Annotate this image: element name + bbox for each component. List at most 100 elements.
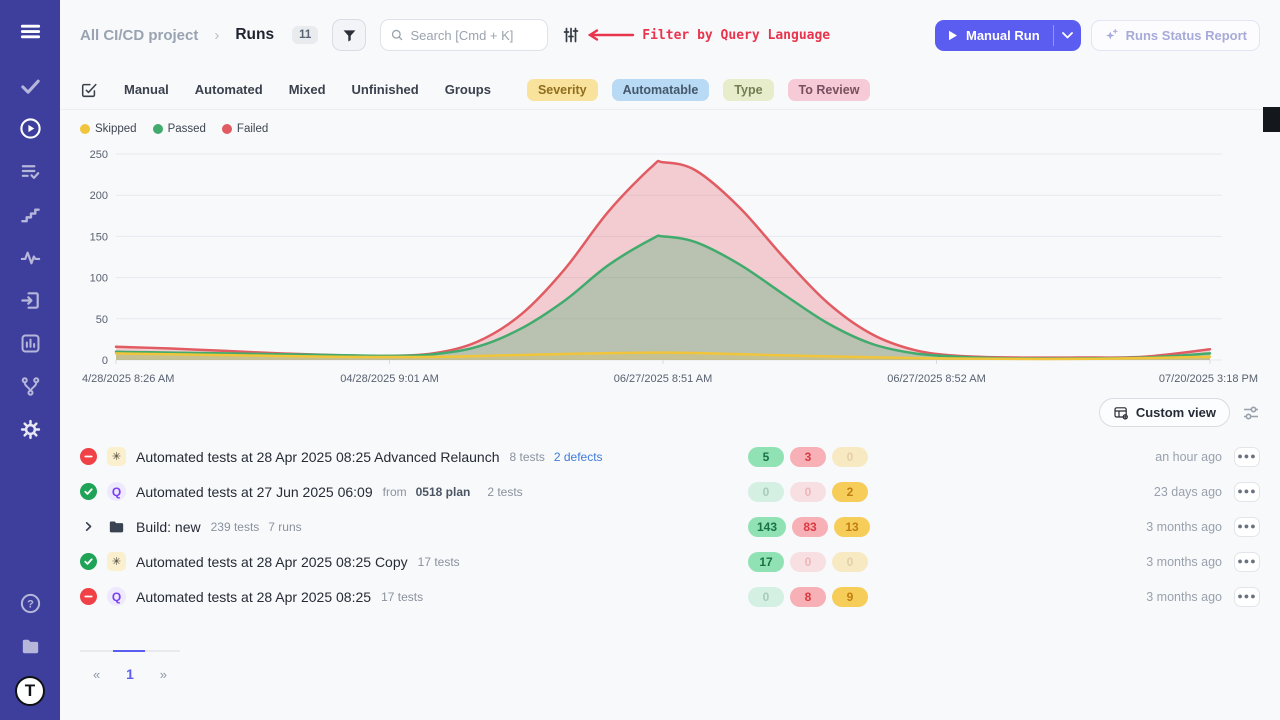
breadcrumb-project[interactable]: All CI/CD project [80, 27, 198, 44]
legend-item-skipped[interactable]: Skipped [80, 123, 137, 135]
run-result-badges: 530 [748, 447, 908, 467]
search-box[interactable] [380, 19, 548, 51]
legend-dot [153, 124, 163, 134]
menu-icon[interactable] [17, 18, 43, 44]
bulk-select-icon[interactable] [80, 81, 98, 99]
annotation-text: Filter by Query Language [642, 28, 830, 43]
run-menu-button[interactable]: ●●● [1234, 517, 1260, 537]
run-timestamp: 3 months ago [1102, 555, 1222, 569]
run-row[interactable]: Q Automated tests at 28 Apr 2025 08:25 17 … [80, 579, 1260, 614]
legend-item-failed[interactable]: Failed [222, 123, 268, 135]
branch-icon[interactable] [17, 373, 43, 399]
funnel-icon [341, 27, 358, 44]
query-language-filter: Filter by Query Language [562, 26, 830, 44]
sliders-horizontal-icon[interactable] [1242, 404, 1260, 422]
run-row[interactable]: ✳ Automated tests at 28 Apr 2025 08:25 Ad… [80, 439, 1260, 474]
run-row[interactable]: Build: new239 tests7 runs14383133 months… [80, 509, 1260, 544]
count-badge-green: 0 [748, 587, 784, 607]
check-icon[interactable] [17, 72, 43, 98]
report-chart-icon[interactable] [17, 330, 43, 356]
annotation-arrow-icon [587, 28, 635, 42]
runs-area-chart: 0501001502002504/28/2025 8:26 AM04/28/20… [80, 138, 1260, 388]
run-menu-button[interactable]: ●●● [1234, 587, 1260, 607]
sparkle-run-icon: ✳ [107, 552, 126, 571]
play-circle-icon[interactable] [17, 115, 43, 141]
defects-link[interactable]: 2 defects [554, 450, 603, 464]
expander-chevron-icon[interactable] [80, 518, 97, 535]
main-content: All CI/CD project › Runs 11 Filter by Qu… [60, 0, 1280, 720]
run-timestamp: 3 months ago [1102, 590, 1222, 604]
steps-icon[interactable] [17, 201, 43, 227]
manual-run-label: Manual Run [966, 28, 1040, 43]
pagination: « 1 » [60, 650, 1280, 682]
sliders-vertical-icon[interactable] [562, 26, 580, 44]
run-meta-text: 17 tests [381, 590, 423, 604]
tab-manual[interactable]: Manual [124, 82, 169, 97]
qase-run-icon: Q [107, 587, 126, 606]
pagination-next-button[interactable]: » [160, 666, 167, 682]
run-meta-text: 239 tests [211, 520, 260, 534]
run-title[interactable]: Automated tests at 28 Apr 2025 08:25 [136, 589, 371, 605]
breadcrumb-separator: › [212, 27, 221, 44]
scrollbar-thumb[interactable] [1263, 107, 1280, 132]
run-title[interactable]: Build: new [136, 519, 201, 535]
tab-automated[interactable]: Automated [195, 82, 263, 97]
manual-run-dropdown[interactable] [1054, 20, 1081, 51]
pagination-page-1[interactable]: 1 [126, 666, 134, 682]
settings-gear-icon[interactable] [17, 416, 43, 442]
run-title[interactable]: Automated tests at 28 Apr 2025 08:25 Cop… [136, 554, 408, 570]
search-input[interactable] [410, 28, 537, 43]
svg-text:06/27/2025 8:52 AM: 06/27/2025 8:52 AM [887, 373, 985, 385]
runs-chart-section: Skipped Passed Failed 0501001502002504/28/… [60, 110, 1280, 388]
run-row[interactable]: ✳ Automated tests at 28 Apr 2025 08:25 Co… [80, 544, 1260, 579]
app-logo[interactable]: T [15, 676, 45, 706]
count-badge-green: 143 [748, 517, 786, 537]
count-badge-green: 0 [748, 482, 784, 502]
legend-dot [222, 124, 232, 134]
run-row[interactable]: QAutomated tests at 27 Jun 2025 06:09fro… [80, 474, 1260, 509]
manual-run-button[interactable]: Manual Run [935, 20, 1081, 51]
custom-view-label: Custom view [1136, 405, 1216, 420]
run-meta-text: 0518 plan [416, 485, 471, 499]
status-passed-icon [80, 553, 97, 570]
custom-view-button[interactable]: Custom view [1099, 398, 1230, 427]
header: All CI/CD project › Runs 11 Filter by Qu… [60, 0, 1280, 70]
projects-folder-icon[interactable] [17, 633, 43, 659]
tab-mixed[interactable]: Mixed [289, 82, 326, 97]
legend-dot [80, 124, 90, 134]
runs-count-badge: 11 [292, 26, 318, 44]
svg-text:04/28/2025 9:01 AM: 04/28/2025 9:01 AM [340, 373, 438, 385]
pagination-prev-button[interactable]: « [93, 666, 100, 682]
list-check-icon[interactable] [17, 158, 43, 184]
svg-text:250: 250 [90, 149, 108, 161]
filter-pill-automatable[interactable]: Automatable [612, 79, 710, 101]
legend-item-passed[interactable]: Passed [153, 123, 206, 135]
pulse-icon[interactable] [17, 244, 43, 270]
run-menu-button[interactable]: ●●● [1234, 482, 1260, 502]
import-icon[interactable] [17, 287, 43, 313]
tab-unfinished[interactable]: Unfinished [352, 82, 419, 97]
svg-text:150: 150 [90, 231, 108, 243]
run-result-badges: 089 [748, 587, 908, 607]
search-icon [391, 28, 403, 42]
run-title[interactable]: Automated tests at 28 Apr 2025 08:25 Adv… [136, 449, 499, 465]
help-icon[interactable]: ? [17, 590, 43, 616]
run-menu-button[interactable]: ●●● [1234, 552, 1260, 572]
runs-list: ✳ Automated tests at 28 Apr 2025 08:25 Ad… [60, 431, 1280, 614]
count-badge-yellow: 9 [832, 587, 868, 607]
tab-groups[interactable]: Groups [445, 82, 491, 97]
run-result-badges: 1438313 [748, 517, 908, 537]
sparkle-run-icon: ✳ [107, 447, 126, 466]
count-badge-yellow: 2 [832, 482, 868, 502]
filter-pill-to-review[interactable]: To Review [788, 79, 871, 101]
filter-pill-type[interactable]: Type [723, 79, 773, 101]
run-title[interactable]: Automated tests at 27 Jun 2025 06:09 [136, 484, 373, 500]
count-badge-red: 0 [790, 482, 826, 502]
runs-status-report-button[interactable]: Runs Status Report [1091, 20, 1260, 51]
count-badge-red: 83 [792, 517, 828, 537]
sidebar: ? T [0, 0, 60, 720]
run-menu-button[interactable]: ●●● [1234, 447, 1260, 467]
sparkles-icon [1104, 28, 1119, 43]
filter-funnel-button[interactable] [332, 19, 366, 51]
filter-pill-severity[interactable]: Severity [527, 79, 598, 101]
